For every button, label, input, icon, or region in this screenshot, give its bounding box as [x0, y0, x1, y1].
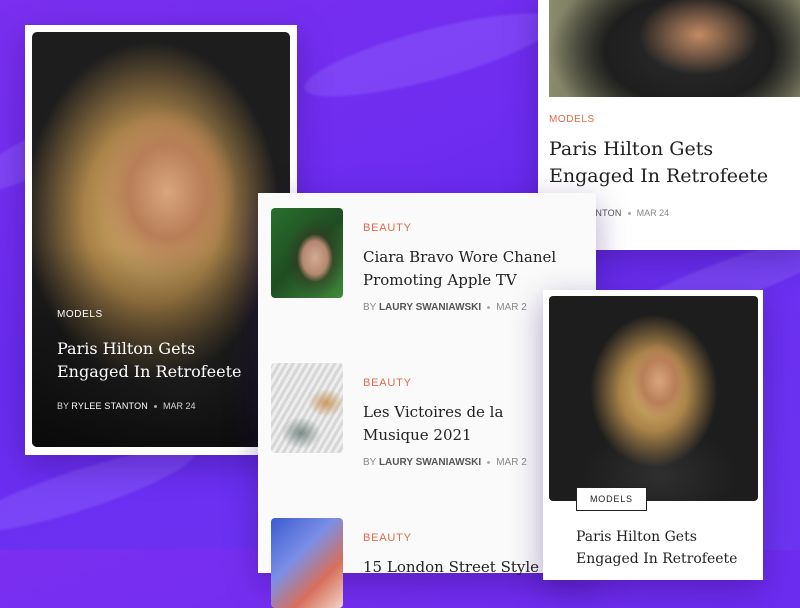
byline-prefix: BY: [363, 457, 377, 468]
article-meta: BY LAURY SWANIAWSKI MAR 2: [363, 302, 527, 313]
article-date: MAR 2: [496, 302, 527, 313]
article-title[interactable]: Les Victoires de la Musique 2021: [363, 401, 573, 447]
article-image[interactable]: [549, 0, 800, 97]
article-title[interactable]: Paris Hilton Gets Engaged In Retrofeete: [57, 337, 257, 383]
separator-dot: [487, 305, 491, 309]
article-thumbnail[interactable]: [271, 208, 343, 298]
byline-prefix: BY: [57, 401, 69, 411]
article-thumbnail[interactable]: [271, 363, 343, 453]
article-date: MAR 2: [496, 457, 527, 468]
separator-dot: [487, 460, 491, 464]
article-category[interactable]: BEAUTY: [363, 222, 412, 234]
article-title[interactable]: Ciara Bravo Wore Chanel Promoting Apple T…: [363, 246, 573, 292]
separator-dot: [153, 405, 157, 409]
article-meta: BY LAURY SWANIAWSKI MAR 2: [363, 457, 527, 468]
article-author[interactable]: LAURY SWANIAWSKI: [379, 457, 481, 468]
byline-prefix: BY: [363, 302, 377, 313]
article-category[interactable]: MODELS: [57, 309, 103, 320]
article-author[interactable]: LAURY SWANIAWSKI: [379, 302, 481, 313]
separator-dot: [627, 212, 631, 216]
article-category[interactable]: BEAUTY: [363, 377, 412, 389]
featured-article-card[interactable]: MODELS Paris Hilton Gets Engaged In Retr…: [25, 25, 297, 455]
article-meta: BY RYLEE STANTON MAR 24: [57, 401, 196, 411]
article-title[interactable]: Paris Hilton Gets Engaged In Retrofeete: [576, 526, 756, 570]
article-date: MAR 24: [636, 208, 670, 218]
article-image[interactable]: [549, 296, 758, 501]
category-badge[interactable]: MODELS: [576, 487, 647, 511]
article-title[interactable]: Paris Hilton Gets Engaged In Retrofeete: [549, 136, 800, 190]
article-category[interactable]: BEAUTY: [363, 532, 412, 544]
background-brush-stroke: [297, 0, 563, 113]
featured-article-image[interactable]: [32, 32, 290, 447]
article-date: MAR 24: [162, 401, 196, 411]
article-category[interactable]: MODELS: [549, 114, 595, 125]
article-thumbnail[interactable]: [271, 518, 343, 608]
article-card-bottom-right[interactable]: MODELS Paris Hilton Gets Engaged In Retr…: [543, 290, 763, 580]
article-author[interactable]: RYLEE STANTON: [71, 401, 148, 411]
article-title[interactable]: 15 London Street Style: [363, 556, 573, 579]
